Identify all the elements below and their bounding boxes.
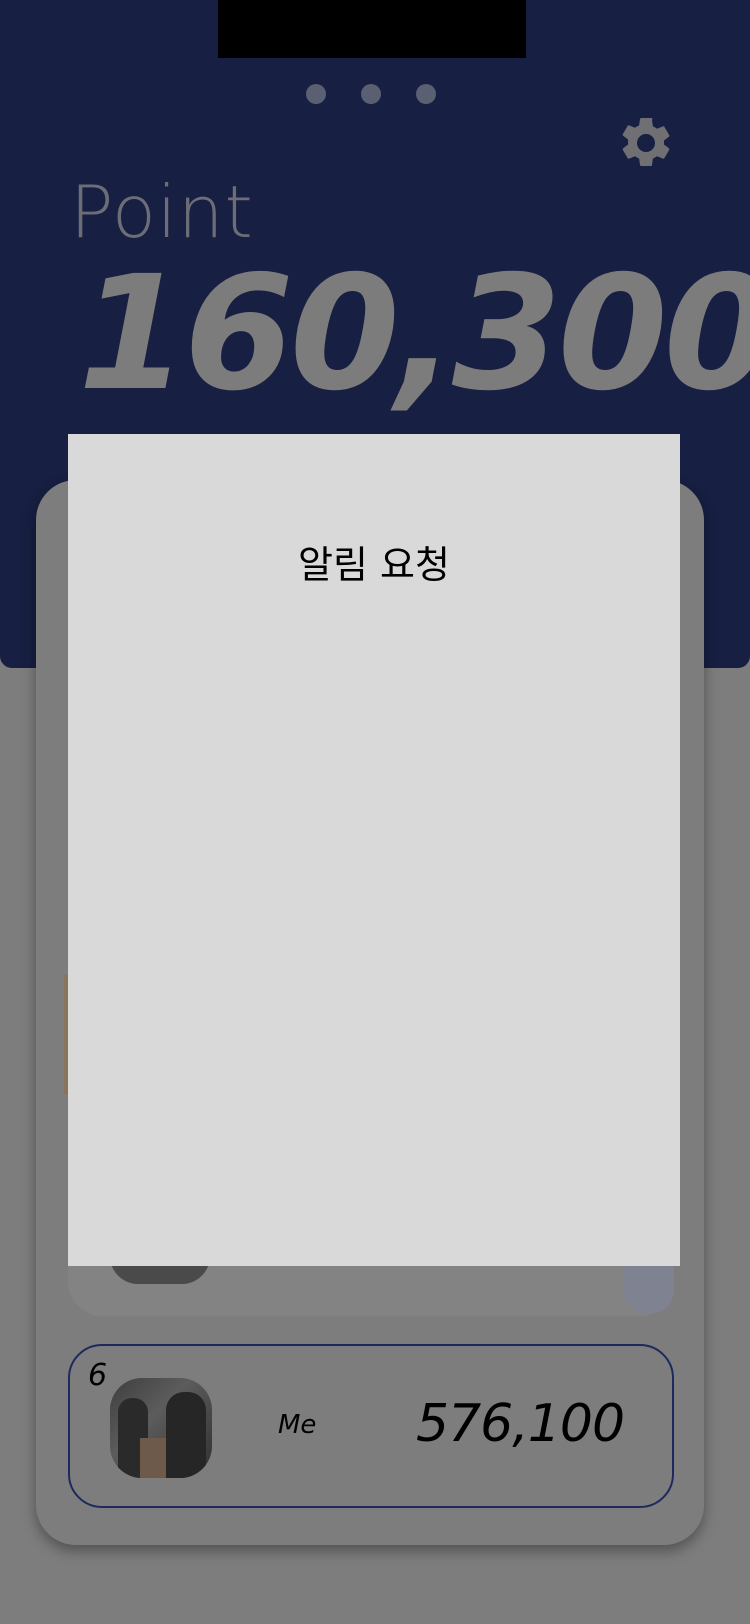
notification-request-modal[interactable]: 알림 요청 xyxy=(68,434,680,1266)
my-ranking-row[interactable]: 6 Me 576,100 xyxy=(68,1344,674,1508)
modal-title: 알림 요청 xyxy=(298,543,450,587)
rank-number: 6 xyxy=(88,1358,108,1393)
page-dot[interactable] xyxy=(416,84,436,104)
point-balance: 160,300 xyxy=(78,242,750,426)
page-indicator xyxy=(306,84,436,104)
app-screen: Point 160,300 6 Me 576,100 알림 요청 xyxy=(0,0,750,1624)
user-name: Me xyxy=(278,1410,317,1440)
page-dot[interactable] xyxy=(361,84,381,104)
user-points: 576,100 xyxy=(416,1394,625,1454)
avatar xyxy=(110,1378,212,1478)
row-action-tab xyxy=(624,1258,674,1314)
page-dot[interactable] xyxy=(306,84,326,104)
device-notch xyxy=(218,0,526,58)
gear-icon[interactable] xyxy=(616,113,676,173)
